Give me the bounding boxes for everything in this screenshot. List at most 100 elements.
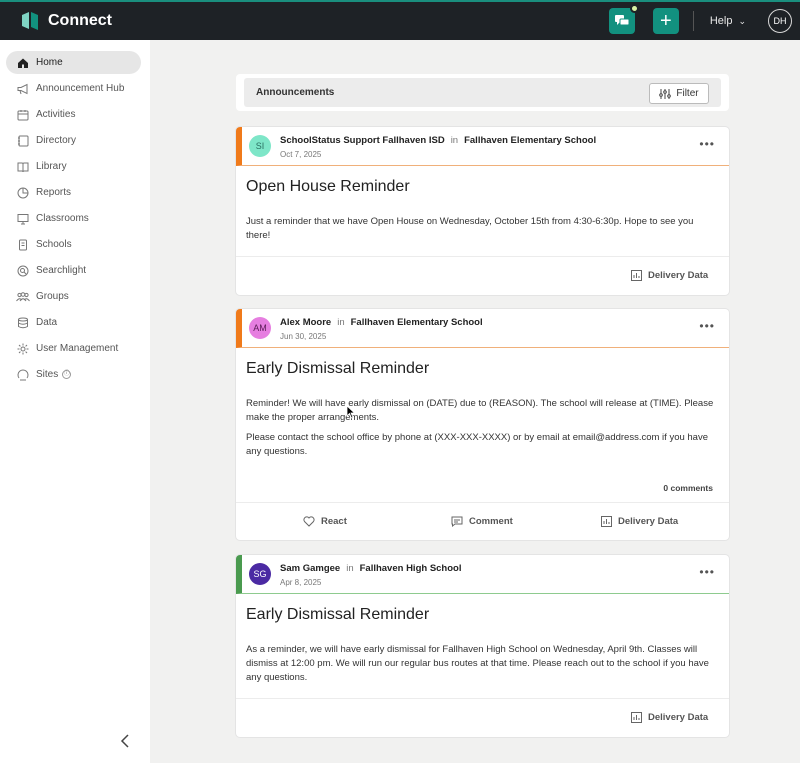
delivery-data-button[interactable]: Delivery Data xyxy=(631,270,708,281)
sidebar-item-label: Reports xyxy=(36,187,72,198)
announcements-header: Announcements Filter xyxy=(236,74,729,111)
searchlight-icon xyxy=(16,264,30,278)
sidebar-item-home[interactable]: Home xyxy=(6,51,141,74)
sidebar-item-reports[interactable]: Reports xyxy=(6,181,141,204)
info-icon: ⓘ xyxy=(62,370,72,379)
more-options-icon[interactable]: ••• xyxy=(699,565,715,579)
sidebar-item-user-management[interactable]: User Management xyxy=(6,337,141,360)
sidebar: Home Announcement Hub Activities Directo… xyxy=(0,40,150,763)
sidebar-item-sites[interactable]: Sites ⓘ xyxy=(6,363,141,386)
more-options-icon[interactable]: ••• xyxy=(699,319,715,333)
delivery-data-label: Delivery Data xyxy=(648,712,709,723)
more-options-icon[interactable]: ••• xyxy=(699,137,715,151)
sidebar-item-searchlight[interactable]: Searchlight xyxy=(6,259,141,282)
top-bar: Connect + Help ⌄ DH xyxy=(0,0,800,40)
delivery-data-label: Delivery Data xyxy=(618,516,679,527)
sidebar-item-library[interactable]: Library xyxy=(6,155,141,178)
comments-count[interactable]: 0 comments xyxy=(663,483,713,493)
sidebar-item-data[interactable]: Data xyxy=(6,311,141,334)
delivery-data-button[interactable]: Delivery Data xyxy=(601,516,678,527)
comment-button[interactable]: Comment xyxy=(451,516,513,527)
author-avatar[interactable]: AM xyxy=(249,317,271,339)
in-label: in xyxy=(346,563,354,574)
in-label: in xyxy=(450,135,459,146)
mouse-cursor-icon xyxy=(346,405,356,419)
sidebar-item-classrooms[interactable]: Classrooms xyxy=(6,207,141,230)
post-body: Just a reminder that we have Open House … xyxy=(246,215,716,243)
post-paragraph: Please contact the school office by phon… xyxy=(246,432,709,457)
react-button[interactable]: React xyxy=(303,516,347,527)
chevron-left-icon xyxy=(120,734,129,748)
post-title: Open House Reminder xyxy=(246,178,410,195)
messages-button[interactable] xyxy=(608,4,639,34)
sites-icon xyxy=(16,368,30,382)
post-date: Apr 8, 2025 xyxy=(280,578,322,587)
post-paragraph: As a reminder, we will have early dismis… xyxy=(246,644,709,683)
school-name[interactable]: Fallhaven Elementary School xyxy=(351,317,483,328)
comment-icon xyxy=(451,516,463,527)
sidebar-item-announcement-hub[interactable]: Announcement Hub xyxy=(6,77,141,100)
card-divider xyxy=(236,256,729,257)
groups-icon xyxy=(16,290,30,304)
in-label: in xyxy=(337,317,345,328)
megaphone-icon xyxy=(16,82,30,96)
school-name[interactable]: Fallhaven Elementary School xyxy=(464,135,596,146)
filter-icon xyxy=(659,88,672,99)
bar-chart-icon xyxy=(631,270,642,281)
sidebar-item-label: Data xyxy=(36,317,58,328)
user-avatar[interactable]: DH xyxy=(768,9,792,33)
delivery-data-button[interactable]: Delivery Data xyxy=(631,712,708,723)
author-line: Alex Moore in Fallhaven Elementary School xyxy=(280,317,483,328)
post-title: Early Dismissal Reminder xyxy=(246,606,430,623)
bar-chart-icon xyxy=(631,712,642,723)
post-date: Jun 30, 2025 xyxy=(280,332,327,341)
sidebar-item-directory[interactable]: Directory xyxy=(6,129,141,152)
topbar-divider xyxy=(692,11,694,31)
app-logo[interactable]: Connect xyxy=(20,11,112,31)
create-button[interactable]: + xyxy=(652,8,679,34)
card-divider xyxy=(236,698,729,699)
calendar-icon xyxy=(16,108,30,122)
sidebar-item-label: Classrooms xyxy=(36,213,89,224)
sidebar-item-label: Home xyxy=(36,57,63,68)
post-paragraph: Just a reminder that we have Open House … xyxy=(246,216,694,241)
post-card: SI SchoolStatus Support Fallhaven ISD in F… xyxy=(236,127,729,295)
sidebar-item-groups[interactable]: Groups xyxy=(6,285,141,308)
author-avatar[interactable]: SI xyxy=(249,135,271,157)
author-avatar[interactable]: SG xyxy=(249,563,271,585)
book-icon xyxy=(16,160,30,174)
heart-icon xyxy=(303,516,315,527)
sidebar-item-label: Groups xyxy=(36,291,69,302)
app-name: Connect xyxy=(48,12,112,29)
post-body: Reminder! We will have early dismissal o… xyxy=(246,397,716,459)
post-header: AM Alex Moore in Fallhaven Elementary Scho… xyxy=(236,309,729,348)
sidebar-item-activities[interactable]: Activities xyxy=(6,103,141,126)
post-body: As a reminder, we will have early dismis… xyxy=(246,643,716,685)
directory-icon xyxy=(16,134,30,148)
collapse-sidebar-button[interactable] xyxy=(120,734,130,753)
post-paragraph: Reminder! We will have early dismissal o… xyxy=(246,398,714,423)
filter-button[interactable]: Filter xyxy=(649,83,709,104)
school-name[interactable]: Fallhaven High School xyxy=(360,563,462,574)
home-icon xyxy=(16,56,30,70)
help-menu[interactable]: Help ⌄ xyxy=(710,15,746,27)
school-icon xyxy=(16,238,30,252)
author-name[interactable]: SchoolStatus Support Fallhaven ISD xyxy=(280,135,445,146)
sidebar-item-label: Schools xyxy=(36,239,72,250)
post-card: SG Sam Gamgee in Fallhaven High School Apr… xyxy=(236,555,729,737)
sidebar-item-label: Sites xyxy=(36,369,59,380)
sidebar-item-schools[interactable]: Schools xyxy=(6,233,141,256)
sidebar-item-label: Searchlight xyxy=(36,265,87,276)
sidebar-item-label: Activities xyxy=(36,109,76,120)
delivery-data-label: Delivery Data xyxy=(648,270,709,281)
filter-label: Filter xyxy=(676,88,699,99)
classroom-icon xyxy=(16,212,30,226)
pie-chart-icon xyxy=(16,186,30,200)
sidebar-item-label: Library xyxy=(36,161,67,172)
author-name[interactable]: Sam Gamgee xyxy=(280,563,340,574)
author-name[interactable]: Alex Moore xyxy=(280,317,331,328)
chat-icon xyxy=(614,15,630,26)
post-title: Early Dismissal Reminder xyxy=(246,360,430,377)
sidebar-item-label: Announcement Hub xyxy=(36,83,125,94)
chevron-down-icon: ⌄ xyxy=(738,15,746,26)
